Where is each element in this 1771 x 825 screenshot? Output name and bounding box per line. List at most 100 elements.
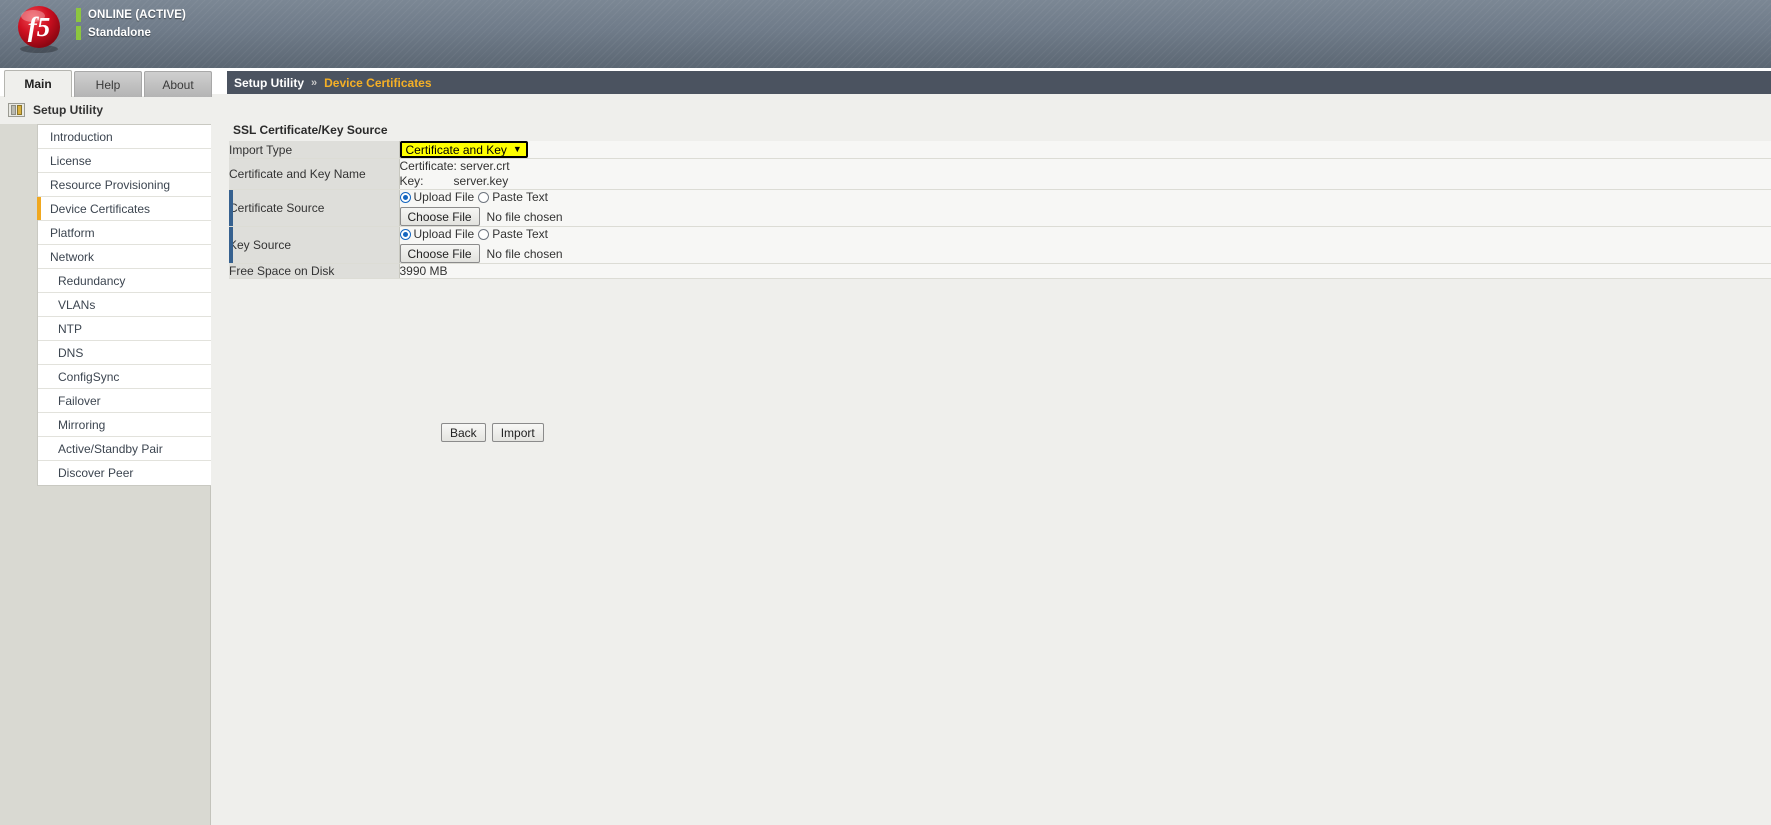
free-space-label-cell: Free Space on Disk [229, 264, 399, 279]
status-line-mode: Standalone [76, 26, 186, 40]
certificate-choose-file-button[interactable]: Choose File [400, 207, 480, 226]
table-row-certificate-source: Certificate Source Upload File Paste Tex… [229, 190, 1771, 227]
sidebar-item-device-certificates[interactable]: Device Certificates [38, 197, 211, 221]
sidebar-item-label: ConfigSync [58, 370, 119, 384]
sidebar-item-license[interactable]: License [38, 149, 211, 173]
main-content: SSL Certificate/Key Source Import Type C… [211, 94, 1771, 825]
radio-selected-icon[interactable] [400, 229, 411, 240]
certificate-source-file-input: Choose File No file chosen [400, 207, 1771, 226]
sidebar-item-vlans[interactable]: VLANs [38, 293, 211, 317]
sidebar-item-label: NTP [58, 322, 82, 336]
key-source-value-cell: Upload File Paste Text Choose File No fi… [399, 227, 1771, 264]
sidebar-item-ntp[interactable]: NTP [38, 317, 211, 341]
sidebar-item-active-standby-pair[interactable]: Active/Standby Pair [38, 437, 211, 461]
sidebar-item-label: VLANs [58, 298, 95, 312]
sidebar: Setup Utility Introduction License Resou… [0, 96, 211, 825]
cert-key-name-label: Certificate and Key Name [229, 167, 366, 181]
tab-about[interactable]: About [144, 71, 212, 97]
key-source-radio-group: Upload File Paste Text [400, 227, 1771, 241]
key-source-upload-file-option[interactable]: Upload File [400, 227, 475, 241]
breadcrumb: Setup Utility » Device Certificates [227, 71, 1771, 94]
f5-logo: f5 [12, 2, 66, 56]
certificate-source-value-cell: Upload File Paste Text Choose File No fi… [399, 190, 1771, 227]
certificate-name-value: Certificate: server.crt [400, 159, 1771, 174]
tab-main[interactable]: Main [4, 70, 72, 97]
import-type-label: Import Type [229, 143, 292, 157]
sidebar-item-label: Redundancy [58, 274, 125, 288]
sidebar-item-resource-provisioning[interactable]: Resource Provisioning [38, 173, 211, 197]
tab-about-label: About [162, 78, 193, 92]
status-block: ONLINE (ACTIVE) Standalone [76, 8, 186, 40]
certificate-source-paste-text-label: Paste Text [492, 190, 548, 204]
free-space-value: 3990 MB [400, 264, 448, 278]
certificate-source-radio-group: Upload File Paste Text [400, 190, 1771, 204]
import-button[interactable]: Import [492, 423, 544, 442]
tab-strip: Main Help About [4, 70, 212, 97]
ssl-certificate-key-source-table: Import Type Certificate and Key ▼ Certif… [229, 141, 1771, 279]
sidebar-item-network[interactable]: Network [38, 245, 211, 269]
svg-text:f5: f5 [28, 12, 51, 42]
sidebar-item-label: Resource Provisioning [50, 178, 170, 192]
cert-key-name-value-cell: Certificate: server.crt Key: server.key [399, 159, 1771, 190]
sidebar-item-introduction[interactable]: Introduction [38, 125, 211, 149]
breadcrumb-separator-icon: » [311, 77, 317, 89]
sidebar-item-label: Introduction [50, 130, 113, 144]
key-source-paste-text-option[interactable]: Paste Text [478, 227, 548, 241]
key-choose-file-button[interactable]: Choose File [400, 244, 480, 263]
radio-unselected-icon[interactable] [478, 192, 489, 203]
status-indicator-icon [76, 8, 81, 22]
tab-help[interactable]: Help [74, 71, 142, 97]
table-row-import-type: Import Type Certificate and Key ▼ [229, 141, 1771, 159]
page-title: SSL Certificate/Key Source [233, 123, 388, 137]
free-space-value-cell: 3990 MB [399, 264, 1771, 279]
status-mode-text: Standalone [88, 27, 151, 39]
sidebar-item-label: Discover Peer [58, 466, 133, 480]
certificate-source-paste-text-option[interactable]: Paste Text [478, 190, 548, 204]
radio-unselected-icon[interactable] [478, 229, 489, 240]
radio-selected-icon[interactable] [400, 192, 411, 203]
sidebar-item-failover[interactable]: Failover [38, 389, 211, 413]
sidebar-item-label: Failover [58, 394, 101, 408]
tab-help-label: Help [96, 78, 121, 92]
sidebar-item-label: License [50, 154, 91, 168]
setup-utility-icon [8, 103, 25, 117]
back-button[interactable]: Back [441, 423, 486, 442]
status-online-text: ONLINE (ACTIVE) [88, 9, 186, 21]
import-type-select[interactable]: Certificate and Key ▼ [400, 141, 528, 158]
breadcrumb-root[interactable]: Setup Utility [234, 76, 304, 90]
import-type-value-cell: Certificate and Key ▼ [399, 141, 1771, 159]
certificate-source-label-cell: Certificate Source [229, 190, 399, 227]
table-row-certificate-and-key-name: Certificate and Key Name Certificate: se… [229, 159, 1771, 190]
key-source-paste-text-label: Paste Text [492, 227, 548, 241]
top-banner: f5 ONLINE (ACTIVE) Standalone [0, 0, 1771, 68]
certificate-file-status: No file chosen [487, 210, 563, 224]
sidebar-item-dns[interactable]: DNS [38, 341, 211, 365]
import-type-selected-value: Certificate and Key [406, 143, 507, 157]
key-name-value: Key: server.key [400, 174, 1771, 189]
sidebar-item-label: Device Certificates [50, 202, 150, 216]
import-type-label-cell: Import Type [229, 141, 399, 159]
sidebar-item-redundancy[interactable]: Redundancy [38, 269, 211, 293]
key-source-label-cell: Key Source [229, 227, 399, 264]
key-file-status: No file chosen [487, 247, 563, 261]
sidebar-item-mirroring[interactable]: Mirroring [38, 413, 211, 437]
tab-main-label: Main [24, 77, 51, 91]
sidebar-item-platform[interactable]: Platform [38, 221, 211, 245]
sidebar-item-label: Mirroring [58, 418, 105, 432]
status-indicator-icon [76, 26, 81, 40]
sidebar-header: Setup Utility [0, 96, 211, 124]
form-actions: Back Import [441, 423, 544, 442]
certificate-source-label: Certificate Source [229, 201, 324, 215]
sidebar-item-configsync[interactable]: ConfigSync [38, 365, 211, 389]
cert-key-name-label-cell: Certificate and Key Name [229, 159, 399, 190]
certificate-source-upload-file-option[interactable]: Upload File [400, 190, 475, 204]
chevron-down-icon: ▼ [513, 145, 522, 154]
table-row-key-source: Key Source Upload File Paste Text [229, 227, 1771, 264]
sidebar-item-label: Active/Standby Pair [58, 442, 163, 456]
sidebar-title: Setup Utility [33, 103, 103, 117]
sidebar-item-label: Network [50, 250, 94, 264]
free-space-label: Free Space on Disk [229, 264, 334, 278]
sidebar-item-discover-peer[interactable]: Discover Peer [38, 461, 211, 485]
key-source-file-input: Choose File No file chosen [400, 244, 1771, 263]
key-source-upload-file-label: Upload File [414, 227, 475, 241]
